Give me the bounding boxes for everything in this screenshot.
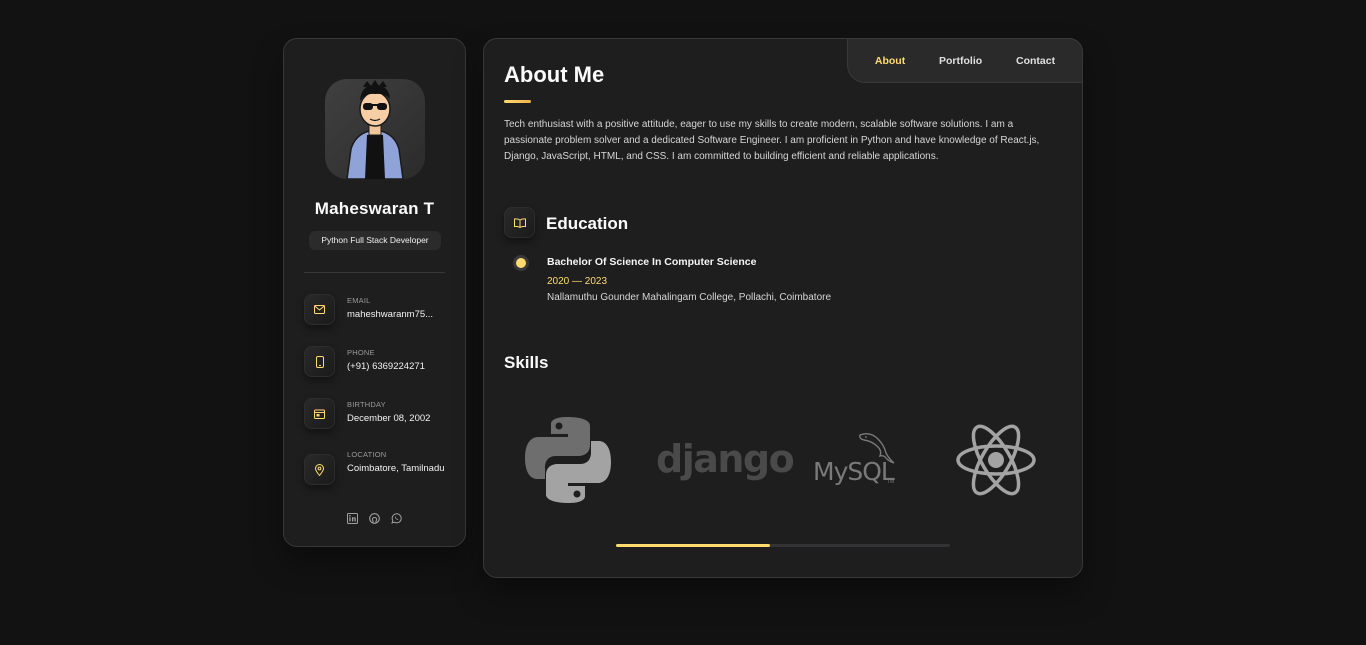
education-years: 2020 — 2023 (547, 276, 608, 287)
profile-name: Maheswaran T (314, 199, 435, 218)
birthday-value: December 08, 2002 (347, 413, 431, 424)
mysql-logo[interactable]: MySQL (813, 457, 895, 486)
phone-link[interactable]: (+91) 6369224271 (347, 360, 447, 374)
timeline-dot (516, 258, 526, 268)
about-text: Tech enthusiast with a positive attitude… (504, 119, 1040, 162)
calendar-icon (304, 398, 335, 429)
skills-scrollbar[interactable] (616, 544, 950, 547)
mail-icon (304, 294, 335, 325)
email-link[interactable]: maheshwaranm75... (347, 308, 447, 322)
education-degree: Bachelor Of Science In Computer Science (547, 256, 757, 268)
social-links (284, 512, 465, 524)
skills-title: Skills (504, 353, 549, 372)
job-title-badge: Python Full Stack Developer (309, 231, 441, 250)
education-school: Nallamuthu Gounder Mahalingam College, P… (547, 292, 832, 303)
phone-icon (304, 346, 335, 377)
contact-label: Phone (347, 348, 375, 357)
linkedin-icon[interactable] (347, 512, 359, 524)
navbar: About Portfolio Contact (847, 38, 1083, 83)
sidebar: Maheswaran T Python Full Stack Developer… (283, 38, 466, 547)
book-icon (504, 207, 535, 238)
title-underline (504, 100, 531, 103)
location-value: Coimbatore, Tamilnadu (347, 463, 445, 474)
python-logo[interactable] (524, 416, 612, 504)
whatsapp-icon[interactable] (391, 512, 403, 524)
nav-portfolio[interactable]: Portfolio (939, 55, 982, 67)
react-logo[interactable] (955, 422, 1037, 498)
avatar-illustration (346, 80, 404, 179)
education-title: Education (546, 214, 629, 233)
mysql-trademark: TM (887, 479, 895, 485)
nav-contact[interactable]: Contact (1016, 55, 1055, 67)
page-title: About Me (504, 62, 605, 87)
main-content: About Portfolio Contact About Me Tech en… (483, 38, 1083, 578)
contact-label: Location (347, 450, 387, 459)
django-logo[interactable]: django (656, 437, 795, 481)
avatar (325, 79, 425, 179)
contact-label: Email (347, 296, 371, 305)
skills-scrollbar-thumb[interactable] (616, 544, 770, 547)
sidebar-separator (304, 272, 445, 273)
location-icon (304, 454, 335, 485)
contact-label: Birthday (347, 400, 386, 409)
nav-about[interactable]: About (875, 55, 905, 67)
github-icon[interactable] (369, 512, 381, 524)
